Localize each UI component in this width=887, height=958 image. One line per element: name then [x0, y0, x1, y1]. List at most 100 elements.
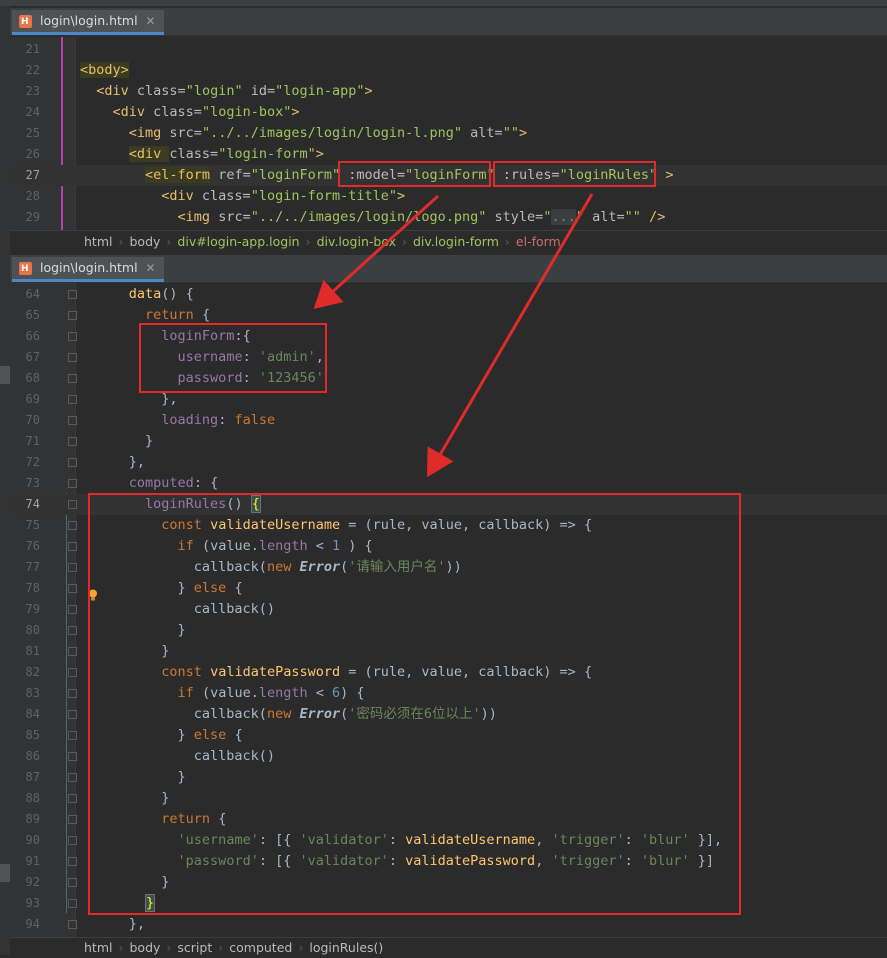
breadcrumb-item[interactable]: html — [84, 940, 112, 955]
code-line-87[interactable]: 87 } — [10, 767, 887, 788]
code-line-25[interactable]: 25 <img src="../../images/login/login-l.… — [10, 123, 887, 144]
code-text[interactable]: callback(new Error('密码必须在6位以上')) — [80, 704, 497, 725]
code-text[interactable]: } — [80, 620, 186, 641]
fold-marker[interactable] — [68, 920, 77, 929]
code-line-93[interactable]: 93 } — [10, 893, 887, 914]
fold-marker[interactable] — [68, 395, 77, 404]
code-line-28[interactable]: 28 <div class="login-form-title"> — [10, 186, 887, 207]
fold-marker[interactable] — [68, 731, 77, 740]
code-text[interactable]: username: 'admin', — [80, 347, 324, 368]
code-text[interactable]: loginRules() { — [80, 494, 261, 515]
code-text[interactable]: } — [80, 767, 186, 788]
breadcrumb-item[interactable]: computed — [229, 940, 292, 955]
close-icon[interactable]: ✕ — [146, 257, 156, 279]
code-text[interactable]: if (value.length < 1 ) { — [80, 536, 373, 557]
fold-marker[interactable] — [68, 752, 77, 761]
code-text[interactable]: <div class="login-form"> — [80, 144, 324, 165]
fold-marker[interactable] — [68, 311, 77, 320]
breadcrumb-item[interactable]: el-form — [516, 234, 561, 249]
code-line-85[interactable]: 85 } else { — [10, 725, 887, 746]
code-text[interactable]: callback() — [80, 746, 275, 767]
code-line-66[interactable]: 66 loginForm:{ — [10, 326, 887, 347]
code-line-82[interactable]: 82 const validatePassword = (rule, value… — [10, 662, 887, 683]
code-line-24[interactable]: 24 <div class="login-box"> — [10, 102, 887, 123]
breadcrumb-item[interactable]: body — [129, 234, 160, 249]
fold-marker[interactable] — [68, 584, 77, 593]
fold-marker[interactable] — [68, 416, 77, 425]
code-text[interactable]: 'password': [{ 'validator': validatePass… — [80, 851, 715, 872]
breadcrumb-item[interactable]: html — [84, 234, 112, 249]
breadcrumb-item[interactable]: div.login-form — [413, 234, 499, 249]
code-editor-1[interactable]: 21 22 <body> 23 <div class="login" id="logi… — [10, 37, 887, 230]
fold-marker[interactable] — [68, 668, 77, 677]
fold-marker[interactable] — [68, 458, 77, 467]
code-line-91[interactable]: 91 'password': [{ 'validator': validateP… — [10, 851, 887, 872]
code-text[interactable]: <el-form ref="loginForm" :model="loginFo… — [80, 165, 673, 186]
fold-marker[interactable] — [68, 710, 77, 719]
breadcrumb-item[interactable]: script — [177, 940, 212, 955]
fold-marker[interactable] — [68, 626, 77, 635]
code-line-69[interactable]: 69 }, — [10, 389, 887, 410]
code-line-79[interactable]: 79 callback() — [10, 599, 887, 620]
editor-tab-login-html-2[interactable]: login\login.html ✕ — [12, 257, 164, 282]
code-text[interactable]: } — [80, 872, 169, 893]
code-text[interactable]: loginForm:{ — [80, 326, 250, 347]
code-line-71[interactable]: 71 } — [10, 431, 887, 452]
code-line-86[interactable]: 86 callback() — [10, 746, 887, 767]
code-editor-2[interactable]: 64 data() {65 return {66 loginForm:{67 u… — [10, 283, 887, 937]
fold-marker[interactable] — [68, 437, 77, 446]
code-line-72[interactable]: 72 }, — [10, 452, 887, 473]
code-line-70[interactable]: 70 loading: false — [10, 410, 887, 431]
fold-marker[interactable] — [68, 500, 77, 509]
code-text[interactable]: data() { — [80, 284, 194, 305]
code-line-80[interactable]: 80 } — [10, 620, 887, 641]
code-text[interactable]: return { — [80, 305, 210, 326]
code-text[interactable]: callback(new Error('请输入用户名')) — [80, 557, 462, 578]
code-text[interactable]: }, — [80, 914, 145, 935]
code-line-76[interactable]: 76 if (value.length < 1 ) { — [10, 536, 887, 557]
code-text[interactable]: computed: { — [80, 473, 218, 494]
code-line-21[interactable]: 21 — [10, 39, 887, 60]
code-text[interactable]: loading: false — [80, 410, 275, 431]
code-line-90[interactable]: 90 'username': [{ 'validator': validateU… — [10, 830, 887, 851]
code-text[interactable]: <div class="login-form-title"> — [80, 186, 405, 207]
code-text[interactable]: password: '123456' — [80, 368, 324, 389]
code-text[interactable]: <img src="../../images/login/login-l.png… — [80, 123, 527, 144]
fold-marker[interactable] — [68, 290, 77, 299]
code-line-83[interactable]: 83 if (value.length < 6) { — [10, 683, 887, 704]
code-text[interactable]: <div class="login" id="login-app"> — [80, 81, 372, 102]
fold-marker[interactable] — [68, 374, 77, 383]
fold-marker[interactable] — [68, 836, 77, 845]
code-text[interactable]: }, — [80, 389, 177, 410]
code-line-64[interactable]: 64 data() { — [10, 284, 887, 305]
code-line-74[interactable]: 74 loginRules() { — [10, 494, 887, 515]
code-text[interactable]: callback() — [80, 599, 275, 620]
code-line-68[interactable]: 68 password: '123456' — [10, 368, 887, 389]
lightbulb-icon[interactable] — [88, 589, 98, 601]
fold-marker[interactable] — [68, 794, 77, 803]
code-line-81[interactable]: 81 } — [10, 641, 887, 662]
code-text[interactable]: const validatePassword = (rule, value, c… — [80, 662, 592, 683]
code-text[interactable]: <img src="../../images/login/logo.png" s… — [80, 207, 665, 228]
code-text[interactable]: } — [80, 788, 169, 809]
breadcrumb-item[interactable]: div.login-box — [317, 234, 396, 249]
fold-marker[interactable] — [68, 689, 77, 698]
editor-tab-login-html-1[interactable]: login\login.html ✕ — [12, 10, 164, 35]
fold-marker[interactable] — [68, 773, 77, 782]
code-line-75[interactable]: 75 const validateUsername = (rule, value… — [10, 515, 887, 536]
code-line-73[interactable]: 73 computed: { — [10, 473, 887, 494]
code-text[interactable]: 'username': [{ 'validator': validateUser… — [80, 830, 723, 851]
fold-marker[interactable] — [68, 815, 77, 824]
code-text[interactable]: } — [80, 431, 153, 452]
code-text[interactable]: const validateUsername = (rule, value, c… — [80, 515, 592, 536]
code-text[interactable]: } — [80, 641, 169, 662]
code-line-26[interactable]: 26 <div class="login-form"> — [10, 144, 887, 165]
fold-marker[interactable] — [68, 878, 77, 887]
code-text[interactable]: <body> — [80, 60, 129, 81]
code-line-77[interactable]: 77 callback(new Error('请输入用户名')) — [10, 557, 887, 578]
code-line-27[interactable]: 27 <el-form ref="loginForm" :model="logi… — [10, 165, 887, 186]
fold-marker[interactable] — [68, 479, 77, 488]
fold-marker[interactable] — [68, 542, 77, 551]
code-line-92[interactable]: 92 } — [10, 872, 887, 893]
breadcrumb-item[interactable]: div#login-app.login — [177, 234, 299, 249]
